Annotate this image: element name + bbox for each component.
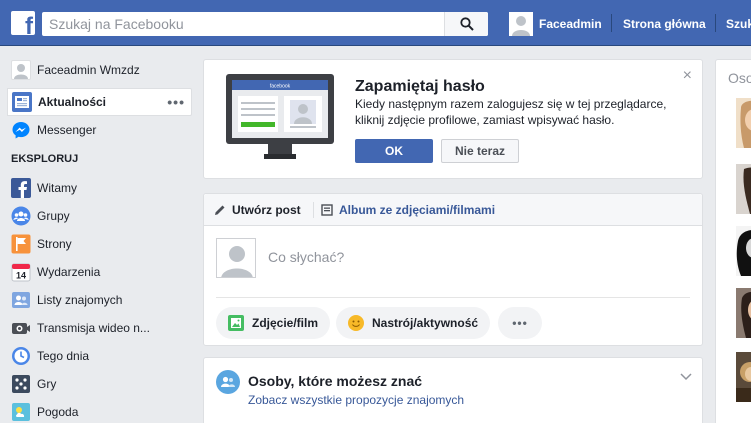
avatar [509, 12, 533, 36]
search-button[interactable] [444, 12, 488, 36]
sidebar-item-label: Wydarzenia [37, 265, 101, 279]
pencil-icon [215, 205, 225, 215]
smiley-icon [348, 315, 364, 331]
contact-photo[interactable] [736, 164, 751, 214]
sidebar-item-label: Listy znajomych [37, 293, 123, 307]
explore-heading: EKSPLORUJ [11, 153, 79, 165]
profile-name: Faceadmin [539, 17, 602, 31]
messenger-icon [11, 120, 31, 140]
calendar-icon: 14 [11, 262, 31, 282]
contact-photo[interactable] [736, 288, 751, 338]
contacts-column: Osoby [715, 59, 751, 423]
profile-link[interactable]: Faceadmin [509, 12, 602, 36]
pages-flag-icon [11, 234, 31, 254]
sidebar-item-label: Grupy [37, 209, 70, 223]
feeling-activity-label: Nastrój/aktywność [372, 316, 479, 330]
divider [216, 297, 690, 298]
card-description: Kiedy następnym razem zalogujesz się w t… [355, 97, 667, 127]
card-title: Zapamiętaj hasło [355, 78, 485, 95]
sidebar-item-groups[interactable]: Grupy [0, 202, 196, 230]
more-options-icon[interactable]: ••• [167, 95, 185, 109]
sidebar-item-live-video[interactable]: Transmisja wideo n... [0, 314, 196, 342]
sidebar-item-label: Tego dnia [37, 349, 90, 363]
search-input[interactable] [42, 12, 446, 36]
sidebar-item-label: Messenger [37, 123, 97, 137]
sidebar-item-label: Gry [37, 377, 57, 391]
photo-video-button[interactable]: Zdjęcie/film [216, 307, 331, 339]
monitor-illustration: facebook [224, 72, 336, 168]
sidebar-item-label: Aktualności [38, 95, 107, 109]
games-icon [11, 374, 31, 394]
composer-tabs: Utwórz post Album ze zdjęciami/filmami [204, 194, 702, 226]
sidebar-item-news-feed[interactable]: Aktualności ••• [7, 88, 192, 116]
not-now-button[interactable]: Nie teraz [441, 139, 519, 163]
sidebar-item-on-this-day[interactable]: Tego dnia [0, 342, 196, 370]
album-icon [321, 204, 333, 216]
feeling-activity-button[interactable]: Nastrój/aktywność [336, 307, 491, 339]
ok-button[interactable]: OK [355, 139, 433, 163]
close-icon[interactable]: × [683, 68, 692, 84]
on-this-day-icon [11, 346, 31, 366]
photo-icon [228, 315, 244, 331]
sidebar-item-friend-lists[interactable]: Listy znajomych [0, 286, 196, 314]
post-composer: Utwórz post Album ze zdjęciami/filmami C… [203, 193, 703, 346]
section-title: Osoby [728, 70, 751, 86]
sidebar-item-welcome[interactable]: Witamy [0, 174, 196, 202]
sidebar-item-label: Pogoda [37, 405, 79, 419]
svg-text:14: 14 [16, 271, 26, 281]
contact-photo[interactable] [736, 352, 751, 402]
sidebar-item-games[interactable]: Gry [0, 370, 196, 398]
tab-photo-album[interactable]: Album ze zdjęciami/filmami [321, 194, 495, 226]
people-you-may-know-card: Osoby, które możesz znać Zobacz wszystki… [203, 357, 703, 423]
see-all-suggestions-link[interactable]: Zobacz wszystkie propozycje znajomych [248, 393, 464, 407]
suggestion-photos-strip [216, 419, 690, 423]
chevron-down-icon[interactable] [680, 370, 692, 384]
live-video-icon [11, 318, 31, 338]
news-feed-icon [12, 92, 32, 112]
sidebar-item-weather[interactable]: Pogoda [0, 398, 196, 423]
divider [715, 14, 716, 32]
contact-photo[interactable] [736, 98, 751, 148]
weather-icon [11, 402, 31, 422]
top-navigation-bar: f Faceadmin Strona główna Szuk [0, 0, 751, 46]
sidebar-item-profile[interactable]: Faceadmin Wmzdz [0, 56, 196, 84]
tab-label: Utwórz post [232, 203, 301, 217]
sidebar-item-events[interactable]: 14 Wydarzenia [0, 258, 196, 286]
groups-icon [11, 206, 31, 226]
friend-lists-icon [11, 290, 31, 310]
photo-video-label: Zdjęcie/film [252, 316, 319, 330]
contact-photo[interactable] [736, 226, 751, 276]
sidebar-item-pages[interactable]: Strony [0, 230, 196, 258]
facebook-welcome-icon [11, 178, 31, 198]
tab-create-post[interactable]: Utwórz post [214, 194, 301, 226]
sidebar-item-messenger[interactable]: Messenger [0, 116, 196, 144]
sidebar-item-label: Witamy [37, 181, 77, 195]
people-icon [216, 370, 240, 394]
avatar [11, 60, 31, 80]
left-sidebar: Faceadmin Wmzdz Aktualności ••• Messenge… [0, 56, 196, 423]
divider [313, 202, 314, 218]
sidebar-item-label: Faceadmin Wmzdz [37, 63, 140, 77]
sidebar-item-label: Strony [37, 237, 72, 251]
svg-text:facebook: facebook [270, 84, 291, 90]
home-link[interactable]: Strona główna [623, 12, 706, 36]
search-box [42, 12, 488, 36]
status-input[interactable]: Co słychać? [268, 249, 344, 265]
search-icon [460, 17, 474, 31]
find-friends-link[interactable]: Szuk [726, 12, 751, 36]
avatar [216, 238, 256, 278]
card-title: Osoby, które możesz znać [248, 373, 423, 389]
more-options-button[interactable]: ••• [498, 307, 542, 339]
remember-password-card: × facebook Zapamiętaj hasło Kiedy następ… [203, 59, 703, 179]
sidebar-item-label: Transmisja wideo n... [37, 321, 150, 335]
facebook-logo[interactable]: f [11, 11, 35, 35]
more-options-icon: ••• [512, 316, 528, 330]
divider [611, 14, 612, 32]
tab-label: Album ze zdjęciami/filmami [339, 203, 496, 217]
